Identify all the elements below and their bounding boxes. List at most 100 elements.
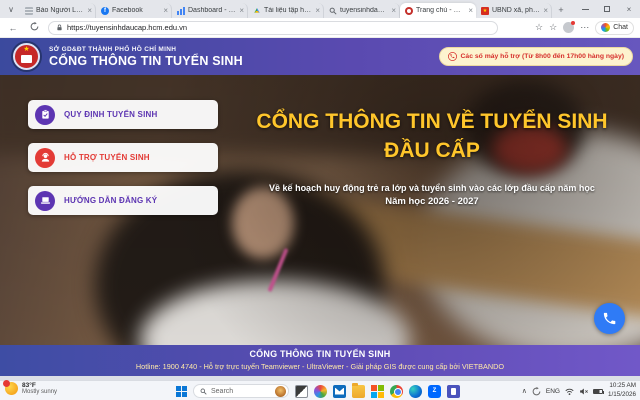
profile-avatar-icon[interactable]	[563, 22, 574, 33]
hero-subtitle: Về kế hoạch huy động trẻ ra lớp và tuyển…	[232, 183, 632, 193]
system-tray: ∧ ENG 10:25 AM 1/15/2026	[522, 381, 636, 400]
zalo-icon[interactable]: Z	[428, 385, 441, 398]
file-explorer-icon[interactable]	[352, 385, 365, 398]
microsoft-store-icon[interactable]	[371, 385, 384, 398]
tab-close-icon[interactable]: ×	[391, 6, 396, 15]
collections-star-icon[interactable]: ☆	[549, 22, 557, 33]
search-icon	[329, 7, 337, 15]
chat-button[interactable]: Chat	[595, 21, 634, 35]
edge-icon[interactable]	[409, 385, 422, 398]
search-label: Search	[211, 388, 271, 395]
outlook-icon[interactable]	[333, 385, 346, 398]
footer-title: CỔNG THÔNG TIN TUYỂN SINH	[0, 349, 640, 359]
support-hotline-text: Các số máy hỗ trợ (Từ 8h00 đến 17h00 hàn…	[461, 53, 624, 60]
tab-title: Trang chủ - Cổng thô	[416, 7, 465, 14]
support-hotline-badge[interactable]: Các số máy hỗ trợ (Từ 8h00 đến 17h00 hàn…	[439, 47, 633, 66]
wifi-icon[interactable]	[565, 387, 574, 396]
volume-muted-icon[interactable]	[579, 387, 588, 396]
url-text: https://tuyensinhdaucap.hcm.edu.vn	[67, 23, 187, 32]
tab-close-icon[interactable]: ×	[543, 6, 548, 15]
tab-close-icon[interactable]: ×	[468, 6, 473, 15]
tab-title: Báo Người Lao Động	[36, 7, 84, 14]
tab-close-icon[interactable]: ×	[239, 6, 244, 15]
site-footer: CỔNG THÔNG TIN TUYỂN SINH Hotline: 1900 …	[0, 345, 640, 376]
restore-button[interactable]	[596, 0, 618, 18]
menu-label: HƯỚNG DẪN ĐĂNG KÝ	[64, 196, 157, 205]
tab-search-tuyensinhdaucap[interactable]: tuyensinhdaucap - S ×	[324, 3, 400, 18]
reload-icon[interactable]	[26, 20, 42, 36]
tab-title: tuyensinhdaucap - S	[340, 7, 388, 14]
menu-label: QUY ĐỊNH TUYỂN SINH	[64, 110, 157, 119]
menu-label: HỖ TRỢ TUYỂN SINH	[64, 153, 150, 162]
menu-item-ho-tro-tuyen-sinh[interactable]: HỖ TRỢ TUYỂN SINH	[28, 143, 218, 172]
tab-facebook[interactable]: f Facebook ×	[96, 3, 172, 18]
chat-label: Chat	[613, 24, 628, 31]
chat-orb-icon	[601, 23, 610, 32]
site-title: CỔNG THÔNG TIN TUYỂN SINH	[49, 54, 243, 68]
weather-condition: Mostly sunny	[22, 389, 57, 395]
address-bar-actions: ☆ ☆ ⋯ Chat	[535, 21, 640, 35]
close-button[interactable]: ×	[618, 0, 640, 18]
tab-dashboard-ims[interactable]: Dashboard - IMS Báo ×	[172, 3, 248, 18]
copilot-icon[interactable]	[314, 385, 327, 398]
tray-time: 10:25 AM	[608, 382, 636, 391]
tab-close-icon[interactable]: ×	[163, 6, 168, 15]
hero-text-block: CỔNG THÔNG TIN VỀ TUYỂN SINH ĐẦU CẤP Về …	[232, 109, 632, 207]
search-icon	[200, 388, 207, 395]
menu-item-huong-dan-dang-ky[interactable]: HƯỚNG DẪN ĐĂNG KÝ	[28, 186, 218, 215]
portal-logo-icon	[405, 7, 413, 15]
hero-banner: QUY ĐỊNH TUYỂN SINH HỖ TRỢ TUYỂN SINH HƯ…	[0, 75, 640, 345]
browser-tab-strip: ∨ Báo Người Lao Động × f Facebook × Dash…	[0, 0, 640, 18]
org-name: SỞ GD&ĐT THÀNH PHỐ HỒ CHÍ MINH	[49, 46, 243, 53]
tray-chevron-icon[interactable]: ∧	[522, 387, 527, 395]
window-controls: ×	[574, 0, 640, 18]
footer-hotline: Hotline: 1900 4740 - Hỗ trợ trực tuyến T…	[0, 362, 640, 371]
back-icon[interactable]: ←	[5, 20, 21, 36]
tab-trang-chu-active[interactable]: Trang chủ - Cổng thô ×	[400, 3, 476, 18]
tab-list-chevron-icon[interactable]: ∨	[3, 3, 19, 17]
tab-close-icon[interactable]: ×	[87, 6, 92, 15]
windows-start-icon[interactable]	[176, 386, 187, 397]
hero-school-year: Năm học 2026 - 2027	[232, 196, 632, 207]
battery-icon[interactable]	[593, 389, 603, 394]
minimize-button[interactable]	[574, 0, 596, 18]
hero-title-line1: CỔNG THÔNG TIN VỀ TUYỂN SINH	[232, 109, 632, 135]
support-agent-icon	[35, 148, 55, 168]
minimize-icon	[582, 9, 589, 10]
tab-ubnd[interactable]: ★ UBND xã, phường, đ ×	[476, 3, 552, 18]
phone-contact-fab[interactable]	[594, 303, 625, 334]
taskbar-search-box[interactable]: Search	[193, 384, 289, 398]
emblem-book-icon	[21, 55, 32, 63]
bookmark-star-icon[interactable]: ☆	[535, 22, 543, 33]
tab-title: Facebook	[112, 7, 160, 14]
url-bar[interactable]: https://tuyensinhdaucap.hcm.edu.vn	[48, 21, 498, 35]
windows-taskbar: 83°F Mostly sunny Search Z ∧ ENG 10:25 A…	[0, 380, 640, 400]
phone-icon	[448, 52, 457, 61]
weather-widget[interactable]: 83°F Mostly sunny	[5, 382, 57, 395]
phone-handset-icon	[602, 311, 617, 326]
red-flag-icon: ★	[481, 7, 489, 15]
tab-bao-nguoi-lao-dong[interactable]: Báo Người Lao Động ×	[20, 3, 96, 18]
task-view-icon[interactable]	[295, 385, 308, 398]
chrome-icon[interactable]	[390, 385, 403, 398]
tray-clock[interactable]: 10:25 AM 1/15/2026	[608, 382, 636, 400]
clipboard-check-icon	[35, 105, 55, 125]
weather-temp: 83°F	[22, 382, 57, 389]
doe-emblem-logo[interactable]: ★	[13, 43, 40, 70]
tab-tai-lieu-drive[interactable]: Tài liệu tập huấn rà s ×	[248, 3, 324, 18]
newspaper-icon	[25, 7, 33, 15]
lock-icon	[56, 24, 63, 31]
tab-title: Dashboard - IMS Báo	[188, 7, 236, 14]
more-menu-icon[interactable]: ⋯	[580, 22, 589, 33]
tab-close-icon[interactable]: ×	[315, 6, 320, 15]
tray-date: 1/15/2026	[608, 391, 636, 400]
language-indicator[interactable]: ENG	[546, 388, 560, 395]
new-tab-button[interactable]: +	[554, 3, 568, 17]
weather-text: 83°F Mostly sunny	[22, 382, 57, 395]
site-header-text: SỞ GD&ĐT THÀNH PHỐ HỒ CHÍ MINH CỔNG THÔN…	[49, 46, 243, 68]
sync-icon[interactable]	[532, 387, 541, 396]
teams-icon[interactable]	[447, 385, 460, 398]
laptop-icon	[35, 191, 55, 211]
menu-item-quy-dinh-tuyen-sinh[interactable]: QUY ĐỊNH TUYỂN SINH	[28, 100, 218, 129]
quick-menu: QUY ĐỊNH TUYỂN SINH HỖ TRỢ TUYỂN SINH HƯ…	[28, 100, 218, 229]
